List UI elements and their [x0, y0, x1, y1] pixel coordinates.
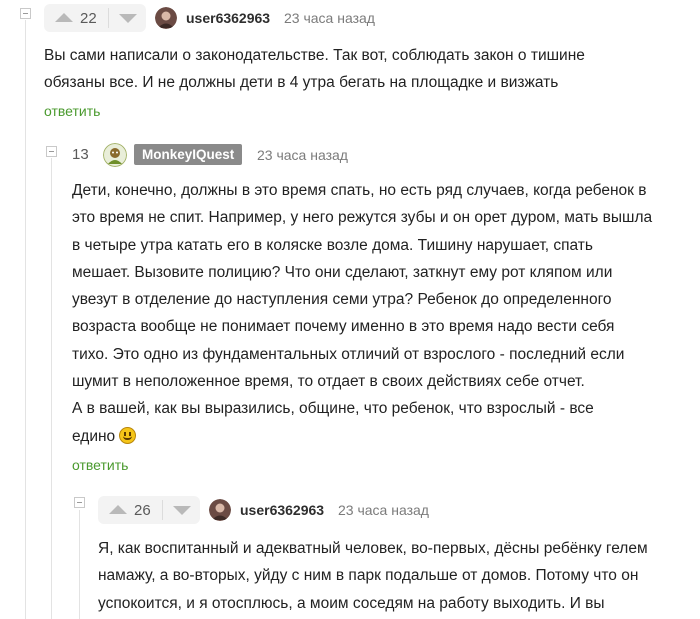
rating-count: 26: [134, 502, 151, 519]
text-line: успокоится, и я отосплюсь, а моим соседя…: [98, 594, 605, 612]
text-line: это время не спит. Например, у него режу…: [72, 209, 653, 227]
text-line: едино: [72, 427, 116, 445]
comment-text: Вы сами написали о законодательстве. Так…: [44, 42, 585, 97]
avatar[interactable]: [209, 499, 231, 521]
text-line: увезут в отделение до наступления семи у…: [72, 291, 612, 309]
text-line: возраста вообще не понимает почему именн…: [72, 318, 615, 336]
arrow-up-icon[interactable]: [55, 13, 73, 22]
text-line: обязаны все. И не должны дети в 4 утра б…: [44, 74, 559, 92]
username[interactable]: user6362963: [186, 10, 270, 26]
text-line: Я, как воспитанный и адекватный человек,…: [98, 540, 648, 557]
divider: [108, 8, 109, 28]
text-line: намажу, а во-вторых, уйду с ним в парк п…: [98, 567, 639, 585]
arrow-down-icon[interactable]: [119, 14, 137, 23]
text-line-last: едино: [72, 423, 652, 450]
rating-count: 13: [72, 146, 89, 163]
arrow-up-icon[interactable]: [109, 505, 127, 514]
thread-line: [79, 510, 80, 619]
text-line: Дети, конечно, должны в это время спать,…: [72, 182, 647, 199]
divider: [162, 500, 163, 520]
rating-count: 22: [80, 10, 97, 27]
timestamp[interactable]: 23 часа назад: [338, 502, 429, 518]
username[interactable]: user6362963: [240, 502, 324, 518]
reply-link[interactable]: ответить: [44, 103, 100, 119]
text-line: тихо. Это одно из фундаментальных отличи…: [72, 345, 625, 363]
text-line: в четыре утра катать его в коляске возле…: [72, 236, 593, 254]
text-line: шумит в неположенное время, то отдает в …: [72, 373, 585, 391]
collapse-minus-icon[interactable]: [20, 8, 31, 19]
reply-link[interactable]: ответить: [72, 457, 128, 473]
timestamp[interactable]: 23 часа назад: [284, 10, 375, 26]
smiling-face-icon: [119, 426, 137, 444]
comment-text: Я, как воспитанный и адекватный человек,…: [98, 535, 648, 617]
comment-text: Дети, конечно, должны в это время спать,…: [72, 177, 652, 450]
collapse-minus-icon[interactable]: [74, 497, 85, 508]
text-line: А в вашей, как вы выразились, общине, чт…: [72, 400, 594, 418]
username-badge[interactable]: MonkeyIQuest: [134, 144, 243, 165]
timestamp[interactable]: 23 часа назад: [257, 147, 348, 163]
thread-line: [51, 158, 52, 619]
text-line: мешает. Вызовите полицию? Что они сделаю…: [72, 263, 613, 281]
text-line: Вы сами написали о законодательстве. Так…: [44, 47, 585, 64]
avatar[interactable]: [155, 7, 177, 29]
thread-line: [25, 20, 26, 619]
avatar[interactable]: [103, 143, 127, 167]
collapse-minus-icon[interactable]: [46, 146, 57, 157]
arrow-down-icon[interactable]: [173, 506, 191, 515]
